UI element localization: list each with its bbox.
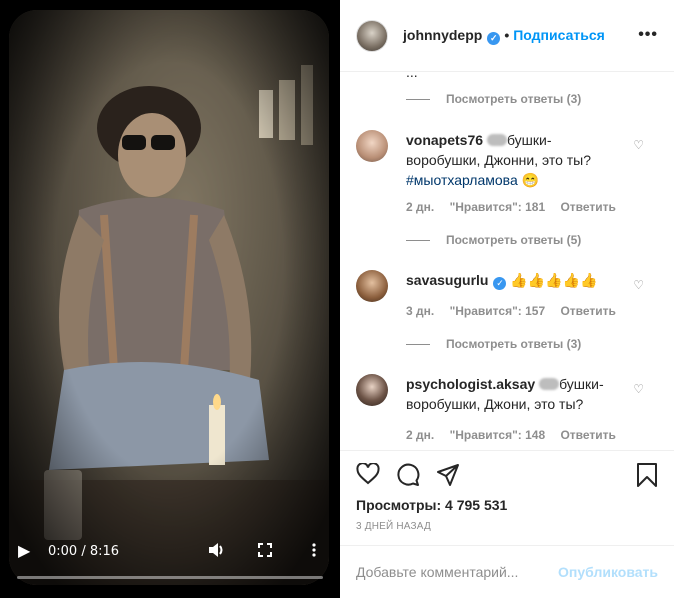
heart-icon[interactable]: ♡ (633, 278, 644, 292)
hashtag-link[interactable]: #мыотхарламова (406, 172, 518, 188)
replies-line (406, 343, 430, 345)
share-icon[interactable] (436, 463, 460, 490)
view-replies-label: Посмотреть ответы (3) (446, 337, 582, 351)
comment-line2: воробушки, Джонни, это ты? (406, 152, 592, 168)
comment-emoji: 👍👍👍👍👍 (510, 272, 598, 288)
volume-icon[interactable] (208, 542, 226, 562)
post-sidebar: johnnydepp ✓ • Подписаться ••• ... Посмотре… (340, 0, 674, 598)
comment-age: 2 дн. (406, 200, 435, 214)
view-replies-button[interactable]: Посмотреть ответы (3) (406, 92, 581, 106)
action-icons (356, 462, 476, 490)
author-username[interactable]: johnnydepp (403, 27, 482, 43)
reply-button[interactable]: Ответить (560, 304, 615, 318)
avatar[interactable] (356, 130, 388, 162)
replies-line (406, 98, 430, 100)
comment-text: psychologist.aksay бушки- воробушки, Джо… (406, 374, 626, 414)
comment-username[interactable]: vonapets76 (406, 132, 483, 148)
blurred-emoji (539, 378, 560, 390)
video-time: 0:00 / 8:16 (48, 544, 120, 559)
follow-button[interactable]: Подписаться (513, 27, 605, 43)
video-player[interactable]: ▶ 0:00 / 8:16 (0, 0, 340, 598)
heart-icon[interactable] (356, 462, 380, 490)
comment-line2: воробушки, Джони, это ты? (406, 396, 584, 412)
view-replies-label: Посмотреть ответы (5) (446, 233, 582, 247)
comment-line1: бушки- (506, 132, 552, 148)
comment-likes[interactable]: "Нравится": 148 (450, 428, 546, 442)
play-icon[interactable]: ▶ (18, 544, 30, 560)
view-replies-button[interactable]: Посмотреть ответы (5) (406, 233, 581, 247)
comment-age: 2 дн. (406, 428, 435, 442)
comment-username[interactable]: psychologist.aksay (406, 376, 535, 392)
comment-age: 3 дн. (406, 304, 435, 318)
blurred-emoji (486, 134, 507, 146)
verified-badge-icon: ✓ (487, 31, 501, 45)
reply-button[interactable]: Ответить (560, 428, 615, 442)
heart-icon[interactable]: ♡ (633, 382, 644, 396)
separator: • (504, 26, 510, 43)
comment-emoji: 😁 (521, 172, 540, 188)
post-timestamp[interactable]: 3 ДНЕЙ НАЗАД (356, 521, 431, 532)
comment-input[interactable]: Добавьте комментарий... (356, 564, 558, 580)
video-frame[interactable] (9, 10, 329, 585)
video-still-image (9, 10, 329, 585)
comment-text: vonapets76 бушки- воробушки, Джонни, это… (406, 130, 626, 190)
video-progress-bar[interactable] (17, 576, 323, 579)
bookmark-icon[interactable] (636, 463, 658, 490)
comment-username[interactable]: savasugurlu (406, 272, 488, 288)
reply-button[interactable]: Ответить (560, 200, 615, 214)
comment-meta: 2 дн. "Нравится": 148 Ответить (406, 428, 628, 442)
video-controls: ▶ 0:00 / 8:16 (0, 528, 340, 598)
post-header: johnnydepp ✓ • Подписаться ••• (340, 0, 674, 72)
post-author: johnnydepp ✓ • Подписаться (403, 27, 605, 45)
comment-meta: 2 дн. "Нравится": 181 Ответить (406, 200, 628, 214)
comment-icon[interactable] (396, 463, 420, 490)
avatar[interactable] (356, 270, 388, 302)
fullscreen-icon[interactable] (258, 543, 272, 561)
comment-line1: бушки- (559, 376, 604, 392)
add-comment-bar: Добавьте комментарий... Опубликовать (340, 545, 674, 598)
comments-list[interactable]: ... Посмотреть ответы (3) vonapets76 буш… (340, 72, 674, 450)
comment-likes[interactable]: "Нравится": 157 (450, 304, 546, 318)
verified-badge-icon: ✓ (493, 277, 507, 290)
comment-likes[interactable]: "Нравится": 181 (450, 200, 546, 214)
partial-comment-text: ... (406, 72, 418, 80)
more-options-icon[interactable]: ••• (638, 26, 658, 44)
comment-meta: 3 дн. "Нравится": 157 Ответить (406, 304, 628, 318)
views-count[interactable]: Просмотры: 4 795 531 (356, 497, 507, 513)
more-options-vertical-icon[interactable] (312, 543, 316, 561)
comment-text: savasugurlu ✓ 👍👍👍👍👍 (406, 270, 626, 290)
post-actions: Просмотры: 4 795 531 3 ДНЕЙ НАЗАД (340, 450, 674, 545)
replies-line (406, 239, 430, 241)
heart-icon[interactable]: ♡ (633, 138, 644, 152)
view-replies-button[interactable]: Посмотреть ответы (3) (406, 337, 581, 351)
avatar[interactable] (356, 19, 388, 52)
publish-button[interactable]: Опубликовать (558, 564, 658, 580)
view-replies-label: Посмотреть ответы (3) (446, 92, 582, 106)
avatar[interactable] (356, 374, 388, 406)
